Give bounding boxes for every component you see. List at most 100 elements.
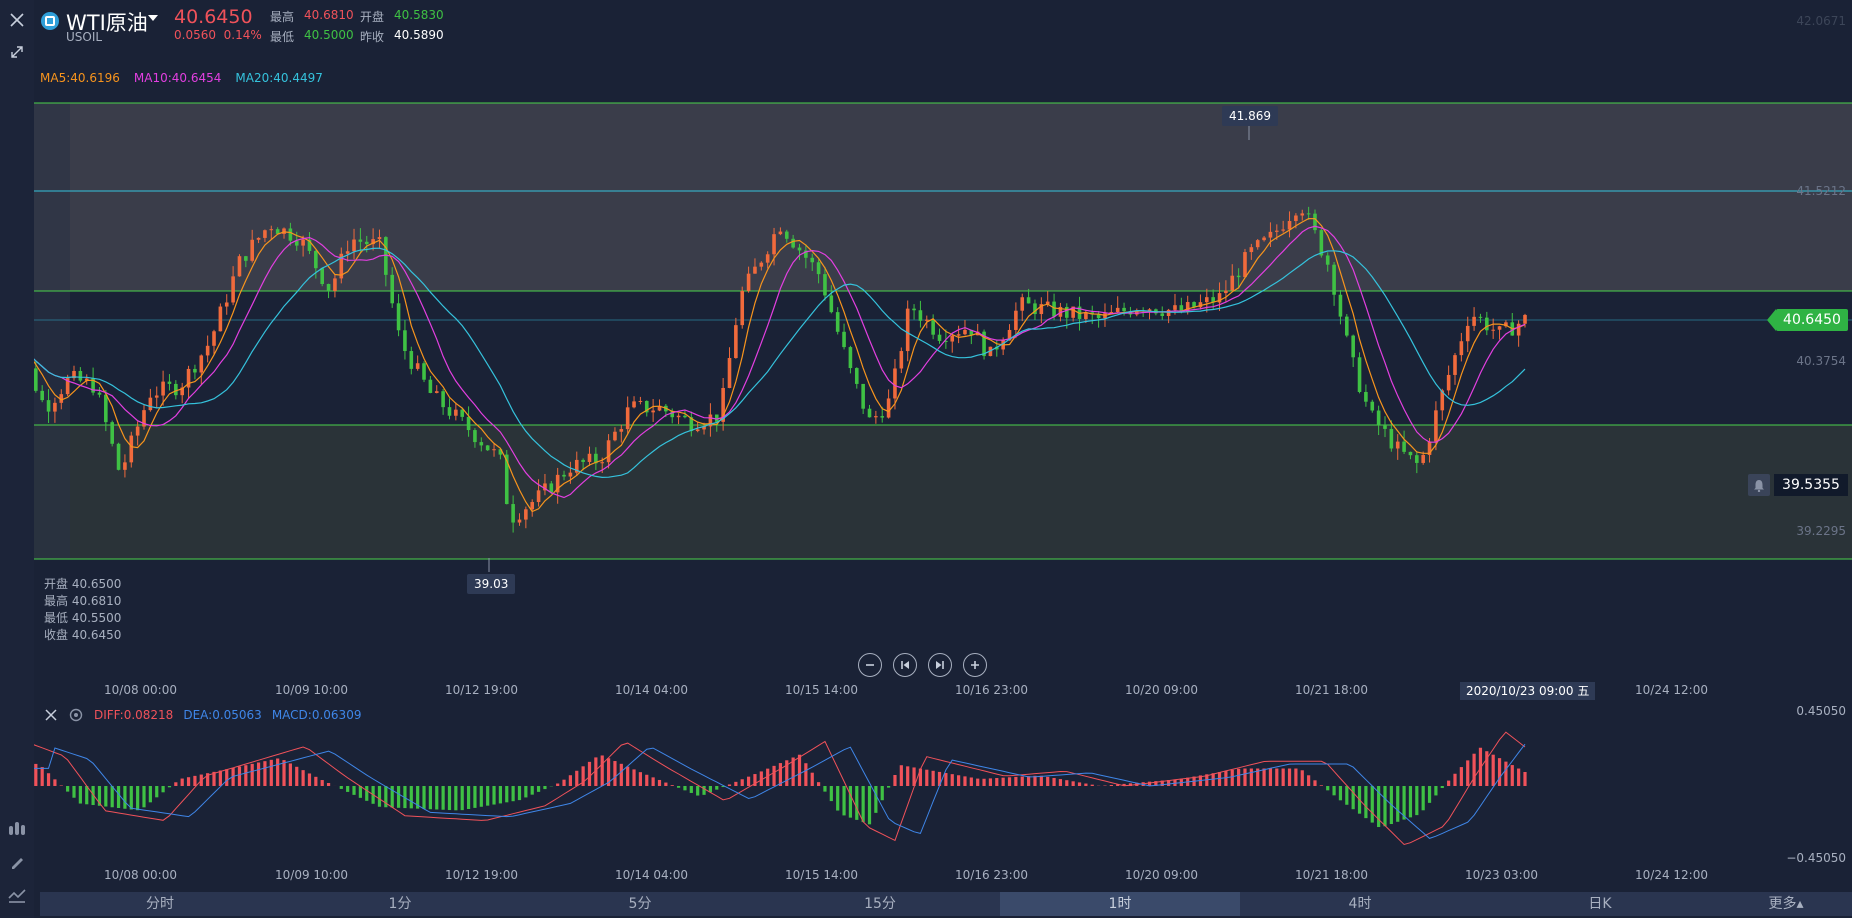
candle-body <box>587 453 592 462</box>
jump-start-button[interactable] <box>893 653 917 677</box>
macd-histogram-bar <box>562 779 566 786</box>
macd-histogram-bar <box>1427 786 1432 803</box>
symbol-dropdown-icon[interactable] <box>148 15 158 21</box>
macd-histogram-bar <box>263 761 267 786</box>
candle-body <box>517 519 522 523</box>
candle-body <box>1287 221 1292 230</box>
macd-histogram-bar <box>59 785 63 786</box>
macd-histogram-bar <box>1408 786 1413 818</box>
price-change: 0.0560 0.14% <box>174 28 262 42</box>
candle-body <box>613 431 617 441</box>
zoom-in-button[interactable] <box>963 653 987 677</box>
candle-body <box>854 368 859 384</box>
candle-body <box>422 363 426 380</box>
bell-icon[interactable] <box>1748 474 1770 496</box>
macd-histogram-bar <box>1345 786 1349 805</box>
close-icon[interactable] <box>5 8 29 32</box>
macd-histogram-bar <box>441 786 445 810</box>
macd-histogram-bar <box>632 769 636 786</box>
macd-histogram-bar <box>676 786 681 788</box>
candle-body <box>524 509 528 520</box>
period-tab[interactable]: 15分 <box>760 892 1000 916</box>
price-alert[interactable]: 39.5355 <box>1748 474 1848 496</box>
macd-histogram-bar <box>1001 777 1005 786</box>
period-tab[interactable]: 日K <box>1480 892 1720 916</box>
macd-histogram-bar <box>734 781 738 786</box>
macd-histogram-bar <box>1281 768 1285 786</box>
chart-canvas[interactable] <box>0 0 1852 918</box>
macd-histogram-bar <box>715 786 719 790</box>
macd-histogram-bar <box>880 786 884 801</box>
candle-body <box>1064 306 1069 318</box>
line-tool-icon[interactable] <box>5 884 29 908</box>
period-tab[interactable]: 分时 <box>40 892 280 916</box>
macd-histogram-bar <box>1510 765 1514 786</box>
macd-histogram-bar <box>110 786 114 808</box>
candle-body <box>358 239 363 242</box>
macd-histogram-bar <box>428 786 432 810</box>
macd-histogram-bar <box>276 758 280 786</box>
expand-icon[interactable] <box>5 40 29 64</box>
macd-settings-icon[interactable] <box>68 707 84 723</box>
macd-histogram-bar <box>1039 775 1043 786</box>
candle-body <box>651 410 655 413</box>
candle-body <box>1465 325 1470 342</box>
candle-body <box>492 449 496 451</box>
jump-end-button[interactable] <box>928 653 952 677</box>
macd-histogram-bar <box>1319 785 1323 786</box>
candle-body <box>97 392 102 395</box>
candle-body <box>765 254 770 263</box>
macd-axis-top: 0.45050 <box>1796 704 1846 718</box>
candle-body <box>441 391 445 408</box>
macd-histogram-bar <box>657 779 662 786</box>
macd-histogram-bar <box>1313 780 1317 786</box>
macd-histogram-bar <box>454 786 458 811</box>
macd-histogram-bar <box>619 763 623 786</box>
draw-pen-icon[interactable] <box>5 850 29 874</box>
time-tick-label: 10/14 04:00 <box>615 683 688 697</box>
period-tab[interactable]: 1时 <box>1000 892 1240 916</box>
last-price: 40.6450 <box>174 6 253 28</box>
macd-histogram-bar <box>855 786 859 820</box>
macd-histogram-bar <box>727 784 732 786</box>
macd-value: MACD:0.06309 <box>271 708 362 722</box>
macd-histogram-bar <box>1084 783 1088 786</box>
open-value: 40.5830 <box>394 8 444 22</box>
period-tab[interactable]: 更多▴ <box>1720 892 1852 916</box>
indicator-icon[interactable] <box>5 816 29 840</box>
candle-body <box>912 308 916 311</box>
prev-close-label: 昨收 <box>360 30 385 44</box>
macd-histogram-bar <box>995 778 999 786</box>
period-tab[interactable]: 5分 <box>520 892 760 916</box>
candle-body <box>1459 341 1464 356</box>
macd-histogram-bar <box>473 786 477 808</box>
candle-body <box>867 408 872 418</box>
time-tick-label: 10/24 12:00 <box>1635 683 1708 697</box>
macd-time-tick-label: 10/16 23:00 <box>955 868 1028 882</box>
prev-close-value: 40.5890 <box>394 28 444 42</box>
candle-body <box>403 330 407 352</box>
candle-body <box>269 229 274 231</box>
candle-body <box>161 381 165 396</box>
candle-body <box>1472 316 1476 326</box>
macd-histogram-bar <box>396 786 401 808</box>
candle-body <box>1313 213 1317 231</box>
candle-body <box>110 422 114 444</box>
macd-histogram-bar <box>85 786 89 805</box>
candle-body <box>1249 247 1254 253</box>
period-tab[interactable]: 1分 <box>280 892 520 916</box>
zoom-out-button[interactable] <box>858 653 882 677</box>
candle-body <box>931 319 935 335</box>
candle-body <box>1230 275 1235 291</box>
candle-body <box>301 239 305 246</box>
period-tab[interactable]: 4时 <box>1240 892 1480 916</box>
candle-body <box>740 290 745 326</box>
candle-body <box>950 335 955 342</box>
macd-histogram-bar <box>377 786 382 807</box>
candle-body <box>1160 313 1165 317</box>
candle-body <box>683 415 687 418</box>
candle-body <box>1300 213 1305 216</box>
macd-close-icon[interactable] <box>44 708 58 722</box>
time-tick-label: 10/08 00:00 <box>104 683 177 697</box>
macd-histogram-bar <box>842 786 846 816</box>
